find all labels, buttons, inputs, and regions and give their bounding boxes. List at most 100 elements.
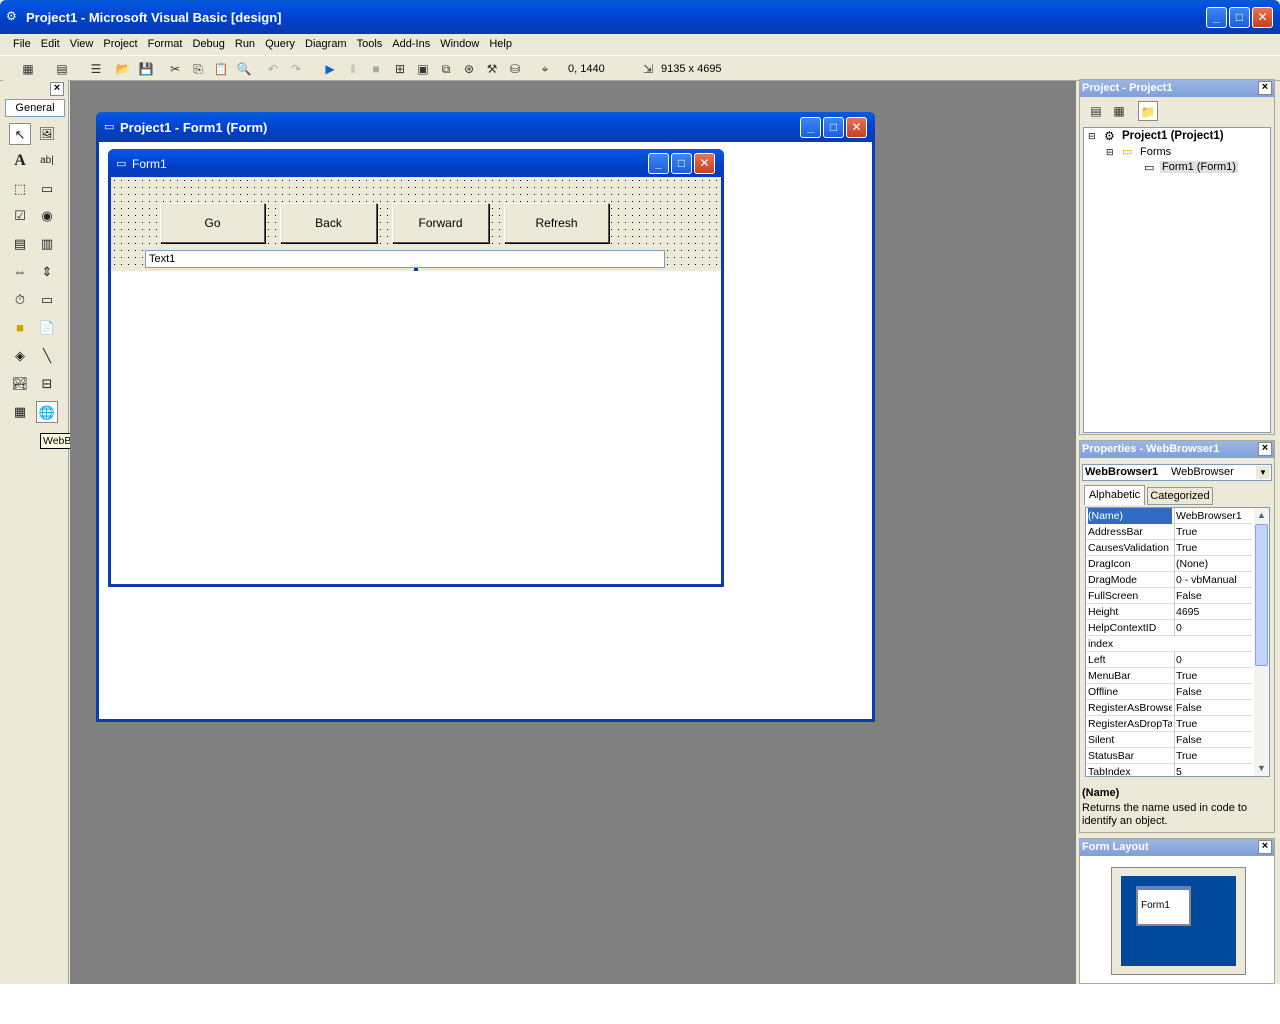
designer-maximize-button[interactable]: □ — [823, 117, 844, 138]
textbox-tool-icon[interactable]: ab| — [36, 150, 58, 172]
property-value[interactable]: True — [1174, 524, 1252, 540]
frame-tool-icon[interactable]: ⬚ — [9, 178, 31, 200]
toolbox-close-icon[interactable]: × — [50, 82, 64, 96]
shape-tool-icon[interactable]: ◈ — [9, 345, 31, 367]
ole-tool-icon[interactable]: ▦ — [9, 401, 31, 423]
undo-icon[interactable]: ↶ — [263, 59, 283, 79]
properties-close-icon[interactable]: × — [1258, 442, 1272, 456]
property-value[interactable]: WebBrowser1 — [1174, 508, 1252, 524]
designer-close-button[interactable]: ✕ — [846, 117, 867, 138]
paste-icon[interactable]: 📋 — [211, 59, 231, 79]
dirlistbox-tool-icon[interactable]: ■ — [9, 317, 31, 339]
hscrollbar-tool-icon[interactable]: ⇔ — [9, 261, 31, 283]
property-value[interactable]: False — [1174, 700, 1252, 716]
property-row[interactable]: CausesValidation True — [1086, 540, 1252, 556]
menu-help[interactable]: Help — [484, 35, 517, 53]
property-value[interactable]: 5 — [1174, 764, 1252, 776]
property-value[interactable]: True — [1174, 668, 1252, 684]
tab-alphabetic[interactable]: Alphabetic — [1084, 485, 1145, 505]
pointer-tool-icon[interactable]: ↖ — [9, 123, 31, 145]
open-project-icon[interactable]: 📂 — [113, 59, 133, 79]
property-row[interactable]: FullScreen False — [1086, 588, 1252, 604]
property-row[interactable]: RegisterAsDropTargetTrue — [1086, 716, 1252, 732]
form1-minimize-button[interactable]: _ — [648, 153, 669, 174]
menu-addins[interactable]: Add-Ins — [387, 35, 435, 53]
menu-editor-icon[interactable]: ☰ — [86, 59, 106, 79]
property-row[interactable]: TabIndex 5 — [1086, 764, 1252, 776]
tab-categorized[interactable]: Categorized — [1147, 487, 1213, 505]
property-value[interactable]: True — [1174, 540, 1252, 556]
property-row[interactable]: (Name) WebBrowser1 — [1086, 508, 1252, 524]
go-button[interactable]: Go — [160, 203, 265, 243]
label-tool-icon[interactable]: A — [9, 150, 31, 172]
add-project-icon[interactable]: ▦ — [18, 59, 38, 79]
menu-tools[interactable]: Tools — [352, 35, 388, 53]
toolbox-tab-general[interactable]: General — [5, 99, 65, 117]
property-value[interactable]: 0 — [1174, 620, 1252, 636]
property-value[interactable]: False — [1174, 732, 1252, 748]
listbox-tool-icon[interactable]: ▥ — [36, 233, 58, 255]
scroll-up-icon[interactable]: ▲ — [1254, 508, 1269, 523]
form-layout-icon[interactable]: ⧉ — [436, 59, 456, 79]
toggle-folders-icon[interactable]: 📁 — [1138, 101, 1158, 121]
property-row[interactable]: AddressBar True — [1086, 524, 1252, 540]
menu-file[interactable]: File — [8, 35, 36, 53]
object-browser-icon[interactable]: ⊛ — [459, 59, 479, 79]
minimize-button[interactable]: _ — [1206, 7, 1227, 28]
view-code-icon[interactable]: ▤ — [1086, 101, 1106, 121]
property-value[interactable]: False — [1174, 684, 1252, 700]
line-tool-icon[interactable]: ╲ — [36, 345, 58, 367]
properties-window-icon[interactable]: ▣ — [413, 59, 433, 79]
property-row[interactable]: index — [1086, 636, 1252, 652]
project-explorer-close-icon[interactable]: × — [1258, 81, 1272, 95]
property-value[interactable]: 4695 — [1174, 604, 1252, 620]
property-row[interactable]: HelpContextID 0 — [1086, 620, 1252, 636]
menu-run[interactable]: Run — [230, 35, 260, 53]
back-button[interactable]: Back — [280, 203, 377, 243]
maximize-button[interactable]: □ — [1229, 7, 1250, 28]
expand-forms-icon[interactable]: ⊟ — [1106, 147, 1114, 158]
vscrollbar-tool-icon[interactable]: ⇕ — [36, 261, 58, 283]
property-value[interactable]: 0 - vbManual — [1174, 572, 1252, 588]
property-value[interactable]: (None) — [1174, 556, 1252, 572]
menu-edit[interactable]: Edit — [36, 35, 65, 53]
tree-forms-folder[interactable]: Forms — [1140, 146, 1171, 158]
property-value[interactable]: True — [1174, 716, 1252, 732]
project-explorer-icon[interactable]: ⊞ — [390, 59, 410, 79]
add-form-icon[interactable]: ▤ — [52, 59, 72, 79]
text1-textbox[interactable]: Text1 — [145, 250, 665, 268]
designer-minimize-button[interactable]: _ — [800, 117, 821, 138]
property-scrollbar[interactable]: ▲ ▼ — [1254, 508, 1269, 776]
end-icon[interactable]: ■ — [366, 59, 386, 79]
commandbutton-tool-icon[interactable]: ▭ — [36, 178, 58, 200]
property-row[interactable]: DragMode 0 - vbManual — [1086, 572, 1252, 588]
save-project-icon[interactable]: 💾 — [136, 59, 156, 79]
property-value[interactable]: 0 — [1174, 652, 1252, 668]
expand-project-icon[interactable]: ⊟ — [1088, 131, 1096, 142]
scrollbar-thumb[interactable] — [1255, 524, 1268, 666]
menu-project[interactable]: Project — [98, 35, 142, 53]
menu-diagram[interactable]: Diagram — [300, 35, 352, 53]
property-row[interactable]: StatusBar True — [1086, 748, 1252, 764]
property-row[interactable]: Silent False — [1086, 732, 1252, 748]
scroll-down-icon[interactable]: ▼ — [1254, 761, 1269, 776]
property-row[interactable]: Offline False — [1086, 684, 1252, 700]
property-value[interactable]: False — [1174, 588, 1252, 604]
property-row[interactable]: DragIcon (None) — [1086, 556, 1252, 572]
dropdown-arrow-icon[interactable]: ▼ — [1256, 466, 1270, 479]
close-button[interactable]: ✕ — [1252, 7, 1273, 28]
start-icon[interactable]: ▶ — [320, 59, 340, 79]
property-value[interactable]: True — [1174, 748, 1252, 764]
menu-format[interactable]: Format — [143, 35, 188, 53]
property-row[interactable]: RegisterAsBrowser False — [1086, 700, 1252, 716]
menu-query[interactable]: Query — [260, 35, 300, 53]
find-icon[interactable]: 🔍 — [234, 59, 254, 79]
optionbutton-tool-icon[interactable]: ◉ — [36, 205, 58, 227]
layout-form-preview[interactable]: Form1 — [1136, 886, 1191, 926]
menu-view[interactable]: View — [65, 35, 99, 53]
tree-form1-item[interactable]: Form1 (Form1) — [1160, 161, 1238, 173]
picturebox-tool-icon[interactable]: 🖼 — [36, 123, 58, 145]
form1-maximize-button[interactable]: □ — [671, 153, 692, 174]
break-icon[interactable]: ‖ — [343, 59, 363, 79]
property-row[interactable]: MenuBar True — [1086, 668, 1252, 684]
